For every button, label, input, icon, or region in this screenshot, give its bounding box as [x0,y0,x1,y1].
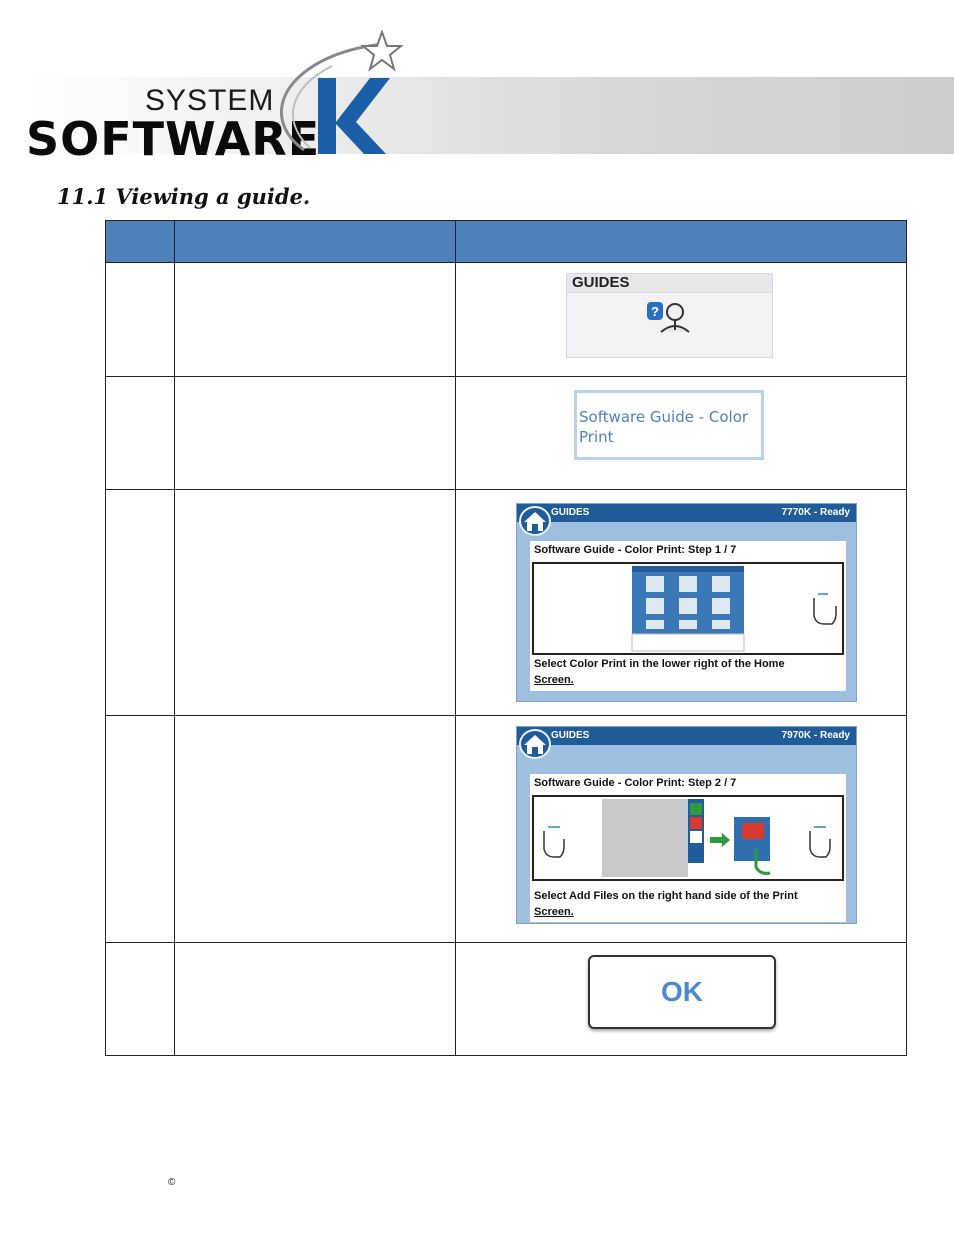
home-icon [519,506,551,536]
guides-tile-thumbnail: GUIDES ? [566,273,773,358]
table-row: GUIDES 7770K - Ready Software Guide - Co… [105,490,907,716]
table-row: OK [105,943,907,1056]
guide-step-screenshot: GUIDES 7770K - Ready Software Guide - Co… [516,503,857,702]
ok-button-thumbnail: OK [588,955,776,1029]
section-title: 11.1 Viewing a guide. [57,184,311,209]
guide-steps-table: GUIDES ? Software Guide - Color Print GU… [105,220,907,1056]
home-screen-preview-icon [631,566,837,652]
guide-list-item: Software Guide - Color Print [574,390,764,460]
guide-step-caption: Select Add Files on the right hand side … [534,890,798,918]
table-row: GUIDES ? [105,263,907,377]
guide-step-title: Software Guide - Color Print: Step 2 / 7 [534,777,737,789]
guide-list-item-label: Software Guide - Color Print [579,408,749,446]
table-header-row [105,220,907,263]
guide-person-icon: ? [647,302,690,333]
screen-title: GUIDES [551,730,590,741]
ok-button-label: OK [661,976,703,1007]
header-cell-action [175,220,456,263]
svg-text:?: ? [651,304,659,319]
screen-topbar: GUIDES 7970K - Ready [517,727,856,745]
header-cell-step [105,220,175,263]
print-screen-preview-icon [543,799,831,877]
guide-panel: Software Guide - Color Print: Step 1 / 7 [530,541,846,691]
home-icon [519,729,551,759]
table-row: GUIDES 7970K - Ready Software Guide - Co… [105,716,907,943]
guide-panel: Software Guide - Color Print: Step 2 / 7 [530,774,846,922]
copyright-symbol: © [168,1177,176,1188]
screen-title: GUIDES [551,507,590,518]
printer-status: 7970K - Ready [781,730,850,741]
header-banner: SYSTEM SOFTWARE [0,0,954,166]
guide-step-title: Software Guide - Color Print: Step 1 / 7 [534,544,737,556]
guide-step-screenshot: GUIDES 7970K - Ready Software Guide - Co… [516,726,857,924]
table-row: Software Guide - Color Print [105,377,907,490]
logo-k-star-icon [279,30,404,154]
header-cell-screenshot [456,220,907,263]
guide-step-caption: Select Color Print in the lower right of… [534,658,785,686]
screen-topbar: GUIDES 7770K - Ready [517,504,856,522]
guide-step-image [532,795,844,881]
guide-step-image [532,562,844,655]
printer-status: 7770K - Ready [781,507,850,518]
guides-tile-label: GUIDES [567,274,772,293]
